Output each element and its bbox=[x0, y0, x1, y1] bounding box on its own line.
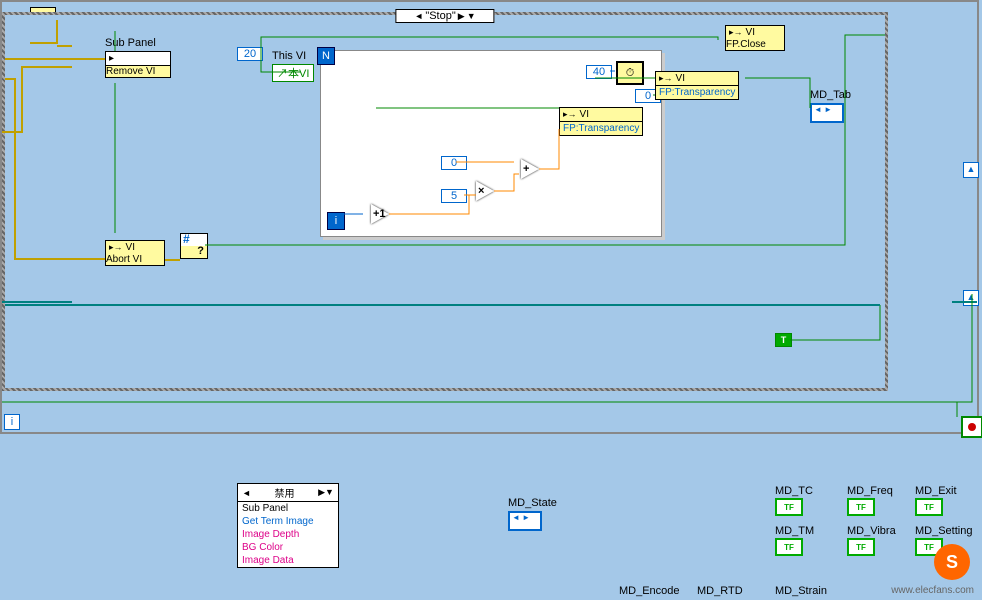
md-encode-label: MD_Encode bbox=[619, 585, 680, 597]
disabled-row-0: Get Term Image bbox=[238, 515, 338, 528]
md-state-label: MD_State bbox=[508, 497, 557, 509]
shift-register-right[interactable]: ▲ bbox=[963, 162, 979, 178]
disabled-next-icon[interactable]: ▶▼ bbox=[318, 487, 334, 498]
md-exit-label: MD_Exit bbox=[915, 485, 957, 497]
shift-register-right-2[interactable]: ▲ bbox=[963, 290, 979, 306]
increment-op[interactable]: +1 bbox=[371, 204, 389, 224]
md-freq-terminal[interactable]: TF bbox=[847, 498, 875, 516]
md-strain-label: MD_Strain bbox=[775, 585, 827, 597]
sub-panel-method: Remove VI bbox=[106, 66, 170, 77]
case-prev-icon[interactable]: ◄ bbox=[414, 11, 423, 21]
fp-transparency-node-2[interactable]: ▸→VI FP:Transparency bbox=[655, 71, 739, 100]
fp-close-invoke[interactable]: ▸→VI FP.Close bbox=[725, 25, 785, 51]
watermark-text: www.elecfans.com bbox=[891, 585, 974, 596]
for-loop-n[interactable]: N bbox=[317, 47, 335, 65]
invoke-arrow-icon-2: ▸→ bbox=[659, 73, 673, 84]
multiply-op[interactable]: × bbox=[476, 181, 494, 201]
disabled-row-3: Image Data bbox=[238, 554, 338, 567]
md-vibra-terminal[interactable]: TF bbox=[847, 538, 875, 556]
disabled-diagram-structure[interactable]: ◄ 禁用 ▶▼ Sub Panel Get Term Image Image D… bbox=[237, 483, 339, 568]
invoke-arrow-icon: ▸→ bbox=[563, 109, 577, 120]
case-selector[interactable]: ◄ "Stop" ▶ ▼ bbox=[395, 9, 494, 23]
const-timer[interactable]: 40 bbox=[586, 65, 612, 79]
md-tab-terminal[interactable] bbox=[810, 103, 844, 123]
loop-stop-terminal[interactable] bbox=[961, 416, 982, 438]
true-constant[interactable]: T bbox=[775, 333, 792, 347]
sub-panel-invoke[interactable]: ▸ Remove VI bbox=[105, 51, 171, 78]
disabled-row-1: Image Depth bbox=[238, 528, 338, 541]
case-next-icon[interactable]: ▶ bbox=[458, 11, 465, 22]
md-state-terminal[interactable] bbox=[508, 511, 542, 531]
md-tc-label: MD_TC bbox=[775, 485, 813, 497]
for-loop: N i 40 ⏱ ▸→VI FP:Transparency 0 5 +1 × + bbox=[320, 50, 662, 237]
case-selector-label: "Stop" bbox=[425, 10, 455, 22]
add-op[interactable]: + bbox=[521, 159, 539, 179]
invoke-arrow-icon-4: ▸→ bbox=[109, 242, 123, 253]
md-setting-label: MD_Setting bbox=[915, 525, 972, 537]
md-exit-terminal[interactable]: TF bbox=[915, 498, 943, 516]
case-structure: ◄ "Stop" ▶ ▼ Sub Panel ▸ Remove VI This … bbox=[2, 12, 888, 391]
md-tm-terminal[interactable]: TF bbox=[775, 538, 803, 556]
clear-errors-icon[interactable] bbox=[180, 233, 208, 259]
site-logo-icon: S bbox=[934, 544, 970, 580]
invoke-icon: ▸ bbox=[109, 53, 114, 64]
loop-iteration-terminal: i bbox=[4, 414, 20, 430]
disabled-title: Sub Panel bbox=[238, 502, 338, 515]
invoke-arrow-icon-3: ▸→ bbox=[729, 27, 743, 38]
this-vi-label: This VI bbox=[272, 50, 306, 62]
md-tm-label: MD_TM bbox=[775, 525, 814, 537]
wait-timer-icon[interactable]: ⏱ bbox=[616, 61, 644, 85]
md-vibra-label: MD_Vibra bbox=[847, 525, 896, 537]
const-five[interactable]: 5 bbox=[441, 189, 467, 203]
sub-panel-label: Sub Panel bbox=[105, 37, 156, 49]
while-loop: i ▲ ▲ ◄ "Stop" ▶ ▼ Sub Panel ▸ Remove VI… bbox=[0, 0, 979, 434]
md-rtd-label: MD_RTD bbox=[697, 585, 743, 597]
disabled-row-2: BG Color bbox=[238, 541, 338, 554]
const-n[interactable]: 20 bbox=[237, 47, 263, 61]
md-tab-label: MD_Tab bbox=[810, 89, 851, 101]
md-tc-terminal[interactable]: TF bbox=[775, 498, 803, 516]
abort-vi-invoke[interactable]: ▸→VI Abort VI bbox=[105, 240, 165, 266]
case-dropdown-icon[interactable]: ▼ bbox=[467, 11, 476, 21]
const-zero[interactable]: 0 bbox=[441, 156, 467, 170]
this-vi-ref[interactable]: ↗本VI bbox=[272, 64, 314, 82]
md-freq-label: MD_Freq bbox=[847, 485, 893, 497]
fp-transparency-node-1[interactable]: ▸→VI FP:Transparency bbox=[559, 107, 643, 136]
for-loop-i: i bbox=[327, 212, 345, 230]
disabled-selector: 禁用 bbox=[275, 485, 295, 500]
disabled-prev-icon[interactable]: ◄ bbox=[242, 488, 251, 498]
